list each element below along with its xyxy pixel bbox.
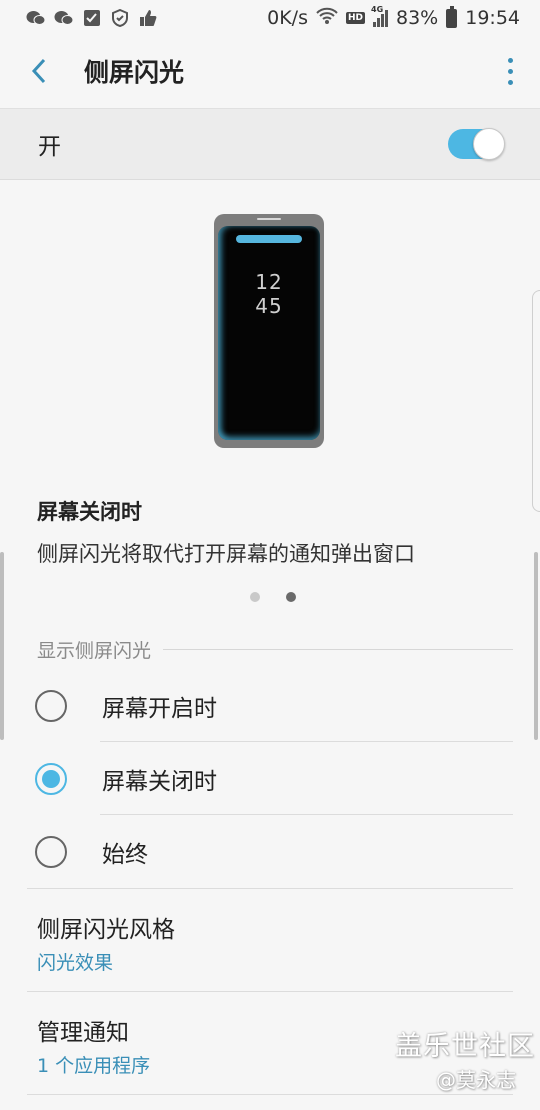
page-title: 侧屏闪光	[84, 58, 185, 87]
master-switch-label: 开	[38, 134, 61, 160]
more-vert-icon	[507, 57, 513, 63]
radio-button-selected[interactable]	[35, 763, 67, 795]
radio-button[interactable]	[35, 690, 67, 722]
divider	[100, 814, 513, 815]
manage-notifications-title: 管理通知	[37, 1020, 129, 1046]
divider	[27, 888, 513, 889]
radio-option-screen-on[interactable]: 屏幕开启时	[0, 670, 540, 742]
radio-label: 屏幕开启时	[102, 696, 217, 722]
manage-notifications-value: 1 个应用程序	[37, 1055, 151, 1077]
divider	[100, 741, 513, 742]
phone-speaker	[257, 218, 281, 220]
thumbs-up-icon	[138, 9, 158, 27]
phone-clock-minute: 45	[255, 294, 283, 318]
radio-option-always[interactable]: 始终	[0, 816, 540, 888]
battery-icon	[446, 5, 458, 28]
checklist-icon	[82, 9, 102, 27]
edge-lighting-illustration: 12 45	[214, 214, 324, 448]
edge-glow	[236, 235, 302, 243]
master-switch-bar[interactable]: 开	[0, 108, 540, 180]
edge-panel-handle[interactable]	[532, 290, 540, 512]
hd-badge: HD	[345, 12, 365, 24]
radio-option-screen-off[interactable]: 屏幕关闭时	[0, 743, 540, 815]
page-dot[interactable]	[250, 592, 260, 602]
radio-label: 屏幕关闭时	[102, 769, 217, 795]
more-options-button[interactable]	[480, 36, 540, 106]
wechat-icon	[54, 9, 74, 27]
phone-screen: 12 45	[218, 226, 320, 440]
description-body: 侧屏闪光将取代打开屏幕的通知弹出窗口	[37, 542, 415, 566]
description-title: 屏幕关闭时	[37, 500, 142, 524]
back-button[interactable]	[0, 36, 80, 106]
watermark-community: 盖乐世社区	[395, 1031, 535, 1062]
edge-lighting-style-title: 侧屏闪光风格	[37, 917, 175, 943]
wechat-icon	[26, 9, 46, 27]
watermark-author: @莫永志	[436, 1068, 516, 1092]
battery-percent: 83%	[396, 7, 439, 29]
divider	[27, 991, 513, 992]
master-toggle[interactable]	[448, 128, 505, 160]
shield-icon	[110, 9, 130, 27]
network-speed: 0K/s	[267, 7, 308, 29]
section-header: 显示侧屏闪光	[37, 636, 513, 663]
notification-icons	[26, 9, 158, 27]
wifi-icon	[316, 7, 338, 30]
phone-clock: 12 45	[218, 270, 320, 318]
signal-icon: 4G	[371, 5, 388, 27]
app-bar: 侧屏闪光	[0, 36, 540, 106]
system-indicators: 0K/s HD 4G 83% 19:54	[267, 5, 520, 30]
toggle-knob	[473, 128, 505, 160]
chevron-left-icon	[31, 58, 46, 84]
phone-clock-hour: 12	[255, 270, 283, 294]
radio-label: 始终	[102, 842, 148, 868]
page-indicator	[250, 592, 296, 602]
status-bar: 0K/s HD 4G 83% 19:54	[0, 0, 540, 36]
radio-button[interactable]	[35, 836, 67, 868]
divider	[163, 649, 513, 650]
network-type: 4G	[371, 5, 384, 14]
divider	[27, 1094, 513, 1095]
edge-lighting-style-item[interactable]: 侧屏闪光风格 闪光效果	[0, 890, 540, 990]
clock: 19:54	[465, 7, 520, 29]
page-dot-active[interactable]	[286, 592, 296, 602]
section-header-label: 显示侧屏闪光	[37, 640, 152, 662]
edge-lighting-style-value: 闪光效果	[37, 952, 114, 974]
